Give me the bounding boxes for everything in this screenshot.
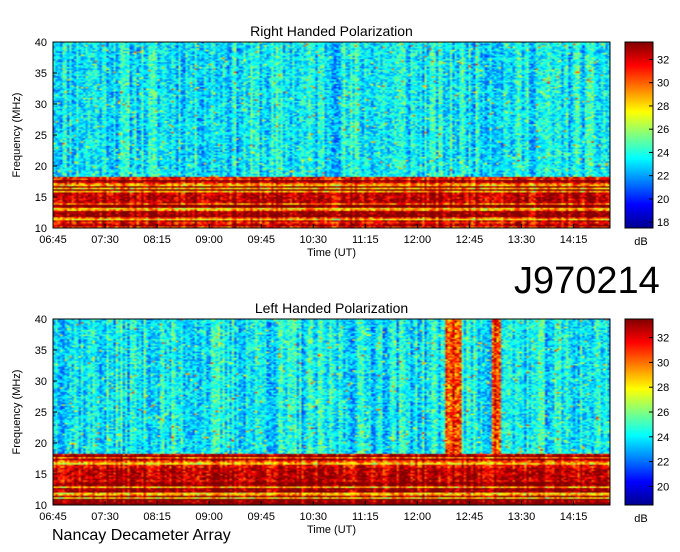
y-tick-label: 35 (35, 68, 47, 80)
x-tick-label: 12:00 (404, 511, 432, 523)
x-tick-label: 14:15 (560, 234, 588, 246)
colorbar-tick-label: 28 (657, 382, 669, 394)
colorbar-tick-label: 18 (657, 217, 669, 229)
x-tick-label: 10:30 (300, 234, 328, 246)
y-tick-label: 40 (35, 314, 47, 326)
colorbar-tick-label: 20 (657, 481, 669, 493)
panel-title: Right Handed Polarization (250, 23, 413, 39)
colorbar (624, 318, 654, 506)
spectrogram-figure: Right Handed Polarization 06:45 07:30 08:15… (0, 0, 680, 552)
y-tick-label: 25 (35, 130, 47, 142)
x-axis-label: Time (UT) (307, 247, 356, 259)
x-tick-label: 13:30 (508, 511, 536, 523)
colorbar (624, 41, 654, 229)
x-tick-label: 07:30 (91, 234, 119, 246)
y-tick-label: 30 (35, 99, 47, 111)
observation-id: J970214 (514, 260, 660, 302)
y-tick-label: 20 (35, 438, 47, 450)
x-tick-label: 10:30 (300, 511, 328, 523)
colorbar-tick-label: 32 (657, 54, 669, 66)
x-tick-label: 09:00 (195, 234, 223, 246)
x-tick-label: 06:45 (39, 511, 67, 523)
heatmap-image (53, 319, 610, 505)
x-tick-label: 11:15 (352, 234, 379, 246)
x-tick-label: 09:00 (195, 511, 223, 523)
colorbar-tick-label: 30 (657, 78, 669, 90)
x-tick-label: 09:45 (247, 511, 275, 523)
y-tick-label: 30 (35, 376, 47, 388)
colorbar-tick-label: 28 (657, 101, 669, 113)
x-tick-label: 06:45 (39, 234, 67, 246)
y-tick-label: 35 (35, 345, 47, 357)
x-tick-label: 07:30 (91, 511, 119, 523)
colorbar-tick-label: 24 (657, 432, 669, 444)
y-tick-label: 10 (35, 500, 47, 512)
spectrogram-panel-left: Left Handed Polarization 06:45 07:30 08:15 0… (11, 300, 669, 536)
y-tick-label: 40 (35, 37, 47, 49)
heatmap-image (53, 42, 610, 228)
instrument-label: Nancay Decameter Array (52, 527, 231, 544)
x-tick-label: 08:15 (143, 234, 171, 246)
colorbar-tick-label: 22 (657, 457, 669, 469)
colorbar-tick-label: 30 (657, 357, 669, 369)
colorbar-unit-label: dB (634, 236, 647, 248)
x-tick-label: 08:15 (143, 511, 171, 523)
y-axis-label: Frequency (MHz) (11, 370, 23, 455)
x-tick-label: 12:45 (456, 234, 484, 246)
x-tick-label: 09:45 (247, 234, 275, 246)
spectrogram-panel-right: Right Handed Polarization 06:45 07:30 08:15… (11, 23, 669, 259)
x-axis-label: Time (UT) (307, 524, 356, 536)
colorbar-unit-label: dB (634, 513, 647, 525)
x-tick-label: 13:30 (508, 234, 536, 246)
y-tick-label: 20 (35, 161, 47, 173)
y-tick-label: 25 (35, 407, 47, 419)
x-tick-label: 11:15 (352, 511, 379, 523)
panel-title: Left Handed Polarization (255, 300, 408, 316)
colorbar-tick-label: 22 (657, 171, 669, 183)
colorbar-tick-label: 24 (657, 147, 669, 159)
colorbar-tick-label: 20 (657, 194, 669, 206)
y-tick-label: 15 (35, 469, 47, 481)
y-axis-label: Frequency (MHz) (11, 93, 23, 178)
y-tick-label: 15 (35, 192, 47, 204)
x-tick-label: 14:15 (560, 511, 588, 523)
colorbar-tick-label: 32 (657, 333, 669, 345)
y-tick-label: 10 (35, 223, 47, 235)
colorbar-tick-label: 26 (657, 124, 669, 136)
x-tick-label: 12:45 (456, 511, 484, 523)
x-tick-label: 12:00 (404, 234, 432, 246)
colorbar-tick-label: 26 (657, 407, 669, 419)
